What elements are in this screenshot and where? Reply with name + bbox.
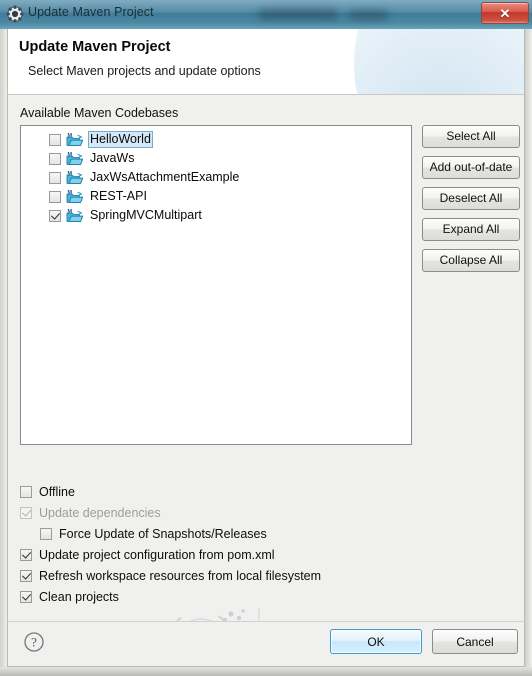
- update-options-group: Offline Update dependencies Force Update o…: [20, 481, 512, 607]
- tree-node-label[interactable]: JaxWsAttachmentExample: [88, 170, 241, 185]
- window-frame-bottom: [0, 667, 532, 676]
- maven-project-folder-icon: M: [66, 151, 84, 166]
- ok-button[interactable]: OK: [330, 629, 422, 654]
- select-all-button[interactable]: Select All: [422, 125, 520, 148]
- page-subtitle: Select Maven projects and update options: [28, 64, 261, 78]
- expand-all-button[interactable]: Expand All: [422, 218, 520, 241]
- option-label: Update dependencies: [39, 505, 161, 520]
- maven-project-folder-icon: M: [66, 208, 84, 223]
- dialog-footer: ? OK Cancel: [7, 621, 525, 667]
- tree-row[interactable]: M JavaWs: [21, 149, 411, 168]
- option-row-offline[interactable]: Offline: [20, 481, 512, 502]
- collapse-all-button[interactable]: Collapse All: [422, 249, 520, 272]
- page-title: Update Maven Project: [19, 39, 171, 55]
- window-frame-right: [525, 29, 532, 676]
- option-row-update-project-configuration-from-pom-xml[interactable]: Update project configuration from pom.xm…: [20, 544, 512, 565]
- title-bar: Update Maven Project ✕: [0, 0, 532, 29]
- redacted-artifact-1: [258, 9, 338, 20]
- tree-group-label: Available Maven Codebases: [20, 106, 179, 120]
- dialog-body: Available Maven Codebases M HelloWorld M Ja…: [7, 95, 532, 676]
- dialog-header: Update Maven Project Select Maven projec…: [7, 29, 525, 95]
- checkbox-refresh-workspace-resources-from-local-filesystem[interactable]: [20, 569, 32, 582]
- maven-project-folder-icon: M: [66, 170, 84, 185]
- tree-row[interactable]: M JaxWsAttachmentExample: [21, 168, 411, 187]
- tree-node-label[interactable]: REST-API: [88, 189, 149, 204]
- tree-node-label[interactable]: JavaWs: [88, 151, 136, 166]
- checkbox-force-update-of-snapshots-releases[interactable]: [40, 527, 52, 540]
- option-label: Refresh workspace resources from local f…: [39, 568, 322, 583]
- checkbox-update-project-configuration-from-pom-xml[interactable]: [20, 548, 32, 561]
- checkbox-update-dependencies: [20, 506, 32, 519]
- maven-project-folder-icon: M: [66, 189, 84, 204]
- option-label: Clean projects: [39, 589, 119, 604]
- close-icon: ✕: [499, 5, 511, 21]
- option-row-refresh-workspace-resources-from-local-filesystem[interactable]: Refresh workspace resources from local f…: [20, 565, 512, 586]
- deselect-all-button[interactable]: Deselect All: [422, 187, 520, 210]
- tree-node-label[interactable]: SpringMVCMultipart: [88, 208, 204, 223]
- option-label: Force Update of Snapshots/Releases: [59, 526, 267, 541]
- tree-node-checkbox[interactable]: [49, 152, 61, 165]
- window-frame-left: [0, 29, 7, 676]
- checkbox-clean-projects[interactable]: [20, 590, 32, 603]
- svg-text:?: ?: [31, 635, 37, 650]
- help-icon[interactable]: ?: [23, 631, 45, 653]
- gear-icon: [6, 5, 24, 23]
- add-out-of-date-button[interactable]: Add out-of-date: [422, 156, 520, 179]
- tree-node-checkbox[interactable]: [49, 190, 61, 203]
- window-title: Update Maven Project: [28, 5, 154, 19]
- tree-node-label[interactable]: HelloWorld: [88, 131, 153, 148]
- maven-codebases-list[interactable]: M HelloWorld M JavaWs M JaxWsAttachmentExampl…: [20, 125, 412, 445]
- tree-action-buttons: Select All Add out-of-date Deselect All Exp…: [422, 125, 520, 280]
- option-row-clean-projects[interactable]: Clean projects: [20, 586, 512, 607]
- option-row-update-dependencies: Update dependencies: [20, 502, 512, 523]
- header-gradient-wash: [354, 29, 524, 94]
- tree-row[interactable]: M HelloWorld: [21, 130, 411, 149]
- tree-node-checkbox[interactable]: [49, 209, 61, 222]
- tree-row[interactable]: M REST-API: [21, 187, 411, 206]
- maven-project-folder-icon: M: [66, 132, 84, 147]
- option-label: Offline: [39, 484, 75, 499]
- update-maven-project-dialog: Update Maven Project ✕ Update Maven Proj…: [0, 0, 532, 676]
- tree-node-checkbox[interactable]: [49, 171, 61, 184]
- cancel-button[interactable]: Cancel: [432, 629, 518, 654]
- option-label: Update project configuration from pom.xm…: [39, 547, 275, 562]
- tree-row[interactable]: M SpringMVCMultipart: [21, 206, 411, 225]
- close-button[interactable]: ✕: [481, 2, 529, 24]
- checkbox-offline[interactable]: [20, 485, 32, 498]
- redacted-artifact-2: [348, 10, 388, 20]
- tree-node-checkbox[interactable]: [49, 133, 61, 146]
- option-row-force-update-of-snapshots-releases[interactable]: Force Update of Snapshots/Releases: [20, 523, 512, 544]
